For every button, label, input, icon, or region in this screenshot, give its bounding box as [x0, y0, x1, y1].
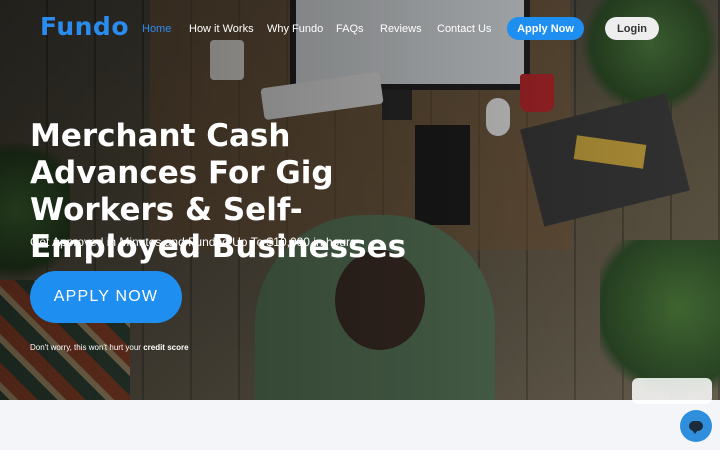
disclaimer-credit-score: credit score	[143, 343, 189, 352]
nav-link-how-it-works[interactable]: How it Works	[189, 23, 254, 35]
hero-subheadline: Get Approved in Minutes and Funded Up To…	[30, 235, 356, 249]
chat-icon	[689, 421, 703, 434]
credit-score-disclaimer: Don't worry, this won't hurt your credit…	[30, 343, 189, 352]
login-button[interactable]: Login	[605, 17, 659, 40]
nav-link-why-fundo[interactable]: Why Fundo	[267, 23, 323, 35]
chat-preview	[632, 378, 712, 404]
apply-now-hero-button[interactable]: APPLY NOW	[30, 271, 182, 323]
nav-link-home[interactable]: Home	[142, 23, 171, 35]
nav-link-contact-us[interactable]: Contact Us	[437, 23, 491, 35]
apply-now-nav-button[interactable]: Apply Now	[507, 17, 584, 40]
nav-link-reviews[interactable]: Reviews	[380, 23, 422, 35]
disclaimer-text: Don't worry, this won't hurt your	[30, 343, 141, 352]
fundo-logo[interactable]: Fundo	[40, 12, 129, 41]
chat-button[interactable]	[680, 410, 712, 442]
nav-link-faqs[interactable]: FAQs	[336, 23, 364, 35]
